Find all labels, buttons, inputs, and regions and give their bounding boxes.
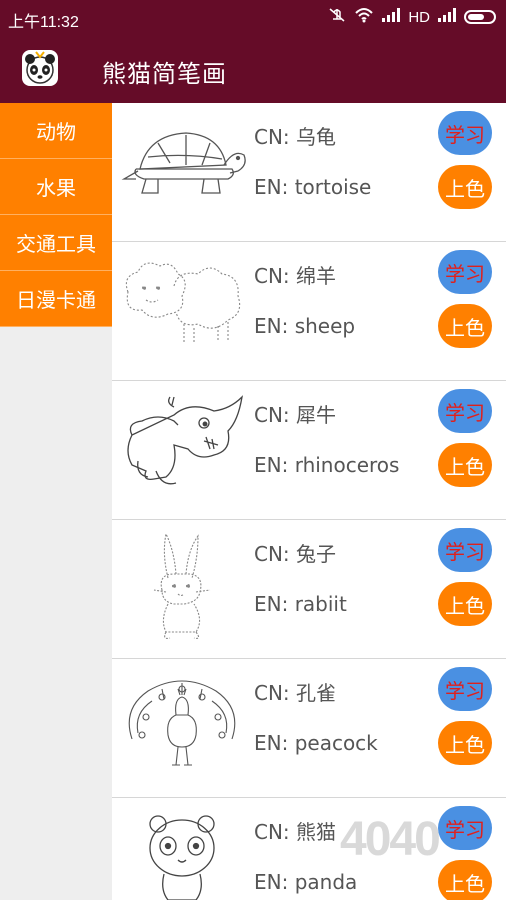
signal-icon-2 [438,8,456,26]
rhinoceros-sketch-icon [118,391,246,509]
status-time: 上午11:32 [8,14,79,31]
item-en-name: EN: rhinoceros [254,453,400,477]
drawing-list[interactable]: CN: 乌龟 EN: tortoise 学习 上色 CN: 绵羊 EN: she… [112,103,506,900]
network-type: HD [408,8,430,26]
color-button[interactable]: 上色 [438,721,492,765]
item-cn-name: CN: 孔雀 [254,681,337,705]
item-en-name: EN: peacock [254,731,378,755]
wifi-icon [354,7,374,27]
app-title: 熊猫简笔画 [102,60,227,88]
list-item[interactable]: CN: 犀牛 EN: rhinoceros 学习 上色 [112,381,506,520]
item-cn-name: CN: 绵羊 [254,264,337,288]
sheep-sketch-icon [118,252,246,370]
mute-icon [328,7,346,27]
item-en-name: EN: rabiit [254,592,347,616]
color-button[interactable]: 上色 [438,582,492,626]
learn-button[interactable]: 学习 [438,111,492,155]
item-en-name: EN: tortoise [254,175,372,199]
item-en-name: EN: sheep [254,314,356,338]
watermark-logo: 4040 [340,813,441,866]
battery-icon [464,10,496,24]
list-item[interactable]: CN: 兔子 EN: rabiit 学习 上色 [112,520,506,659]
color-button[interactable]: 上色 [438,443,492,487]
list-item[interactable]: CN: 绵羊 EN: sheep 学习 上色 [112,242,506,381]
color-button[interactable]: 上色 [438,165,492,209]
tortoise-sketch-icon [118,113,246,231]
panda-logo-icon [22,50,58,86]
item-cn-name: CN: 犀牛 [254,403,337,427]
item-cn-name: CN: 乌龟 [254,125,337,149]
learn-button[interactable]: 学习 [438,389,492,433]
peacock-sketch-icon [118,669,246,787]
status-bar: 上午11:32 HD [0,0,506,36]
sidebar-item-animals[interactable]: 动物 [0,103,112,159]
item-cn-name: CN: 熊猫 [254,820,337,844]
rabbit-sketch-icon [118,530,246,648]
category-sidebar: 动物 水果 交通工具 日漫卡通 [0,103,112,900]
sidebar-item-fruits[interactable]: 水果 [0,159,112,215]
status-icons: HD [328,7,496,27]
sidebar-item-vehicles[interactable]: 交通工具 [0,215,112,271]
color-button[interactable]: 上色 [438,304,492,348]
learn-button[interactable]: 学习 [438,667,492,711]
list-item[interactable]: CN: 孔雀 EN: peacock 学习 上色 [112,659,506,798]
sidebar-item-anime[interactable]: 日漫卡通 [0,271,112,327]
signal-icon [382,8,401,26]
list-item[interactable]: CN: 乌龟 EN: tortoise 学习 上色 [112,103,506,242]
panda-sketch-icon [118,808,246,900]
item-cn-name: CN: 兔子 [254,542,337,566]
learn-button[interactable]: 学习 [438,250,492,294]
app-bar: 熊猫简笔画 [0,36,506,103]
learn-button[interactable]: 学习 [438,528,492,572]
